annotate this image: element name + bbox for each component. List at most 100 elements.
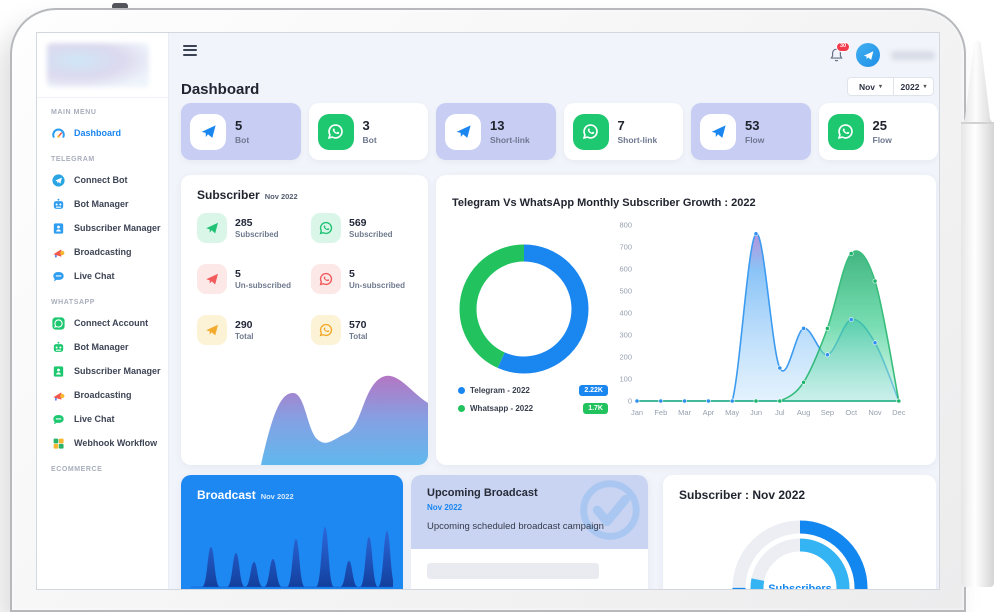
whatsapp-icon xyxy=(311,315,341,345)
stat-card-whatsapp-flow: 25Flow xyxy=(819,103,939,160)
sidebar-item-label: Dashboard xyxy=(74,128,121,138)
subscriber-card-subtitle: Nov 2022 xyxy=(265,192,298,201)
sidebar-item-label: Connect Bot xyxy=(74,175,128,185)
subscriber-stat-label: Subscribed xyxy=(349,230,393,239)
sidebar-item-telegram-connect-bot[interactable]: Connect Bot xyxy=(37,168,168,192)
notifications-bell-icon[interactable]: 30 xyxy=(828,47,845,64)
svg-text:Aug: Aug xyxy=(797,408,810,417)
chat-icon xyxy=(51,269,66,284)
plane-icon xyxy=(51,173,66,188)
whatsapp-icon xyxy=(51,316,66,331)
sidebar-item-label: Live Chat xyxy=(74,414,115,424)
user-avatar[interactable] xyxy=(856,43,880,67)
subscriber-stat-telegram-total: 290Total xyxy=(197,315,301,345)
stat-label: Flow xyxy=(745,135,764,145)
sidebar-item-label: Subscriber Manager xyxy=(74,223,161,233)
subscriber-stat-whatsapp-un-subscribed: 5Un-subscribed xyxy=(311,264,415,294)
month-filter-value: Nov xyxy=(859,82,875,92)
sidebar-item-telegram-bot-manager[interactable]: Bot Manager xyxy=(37,192,168,216)
sidebar-item-whatsapp-webhook-workflow[interactable]: Webhook Workflow xyxy=(37,431,168,455)
telegram-plane-icon xyxy=(445,114,481,150)
broadcast-activity-chart xyxy=(191,515,393,590)
upcoming-card-header: Upcoming Broadcast Nov 2022 Upcoming sch… xyxy=(411,475,648,549)
sidebar-item-label: Webhook Workflow xyxy=(74,438,157,448)
sidebar-item-telegram-broadcasting[interactable]: Broadcasting xyxy=(37,240,168,264)
svg-text:Oct: Oct xyxy=(845,408,858,417)
stat-value: 13 xyxy=(490,118,530,135)
sidebar-item-label: Bot Manager xyxy=(74,199,129,209)
sidebar-item-whatsapp-broadcasting[interactable]: Broadcasting xyxy=(37,383,168,407)
svg-text:Jun: Jun xyxy=(750,408,762,417)
app-logo[interactable] xyxy=(47,43,149,87)
user-name[interactable] xyxy=(891,51,935,60)
month-filter-dropdown[interactable]: Nov ▾ xyxy=(847,77,894,96)
sidebar-item-telegram-live-chat[interactable]: Live Chat xyxy=(37,264,168,288)
chevron-down-icon: ▾ xyxy=(879,83,882,90)
upcoming-card-date: Nov 2022 xyxy=(427,503,462,512)
sidebar-item-label: Bot Manager xyxy=(74,342,129,352)
stat-cards-row: 5Bot3Bot13Short-link7Short-link53Flow25F… xyxy=(181,103,938,160)
stat-card-whatsapp-short-link: 7Short-link xyxy=(564,103,684,160)
subscriber-card-title: Subscriber xyxy=(197,188,260,202)
megaphone-icon xyxy=(51,245,66,260)
legend-dot xyxy=(458,387,465,394)
telegram-plane-icon xyxy=(197,315,227,345)
svg-text:400: 400 xyxy=(619,309,632,318)
robot-icon xyxy=(51,197,66,212)
logo-area xyxy=(37,33,168,98)
subscriber-stat-whatsapp-total: 570Total xyxy=(311,315,415,345)
puzzle-icon xyxy=(51,436,66,451)
svg-text:Dec: Dec xyxy=(892,408,906,417)
svg-text:0: 0 xyxy=(628,397,632,406)
legend-label: Telegram - 2022 xyxy=(470,386,574,395)
svg-text:300: 300 xyxy=(619,331,632,340)
book-icon xyxy=(51,364,66,379)
radial-card-title: Subscriber : Nov 2022 xyxy=(679,488,805,502)
subscriber-stat-label: Un-subscribed xyxy=(235,281,291,290)
sidebar-item-label: Live Chat xyxy=(74,271,115,281)
sidebar-item-dashboard[interactable]: Dashboard xyxy=(37,121,168,145)
stylus xyxy=(961,40,994,587)
sidebar-item-telegram-subscriber-manager[interactable]: Subscriber Manager xyxy=(37,216,168,240)
stat-label: Short-link xyxy=(618,135,658,145)
chevron-down-icon: ▾ xyxy=(923,83,926,90)
legend-dot xyxy=(458,405,465,412)
sidebar-item-whatsapp-live-chat[interactable]: Live Chat xyxy=(37,407,168,431)
upcoming-card-title: Upcoming Broadcast xyxy=(427,487,538,499)
stat-card-whatsapp-bot: 3Bot xyxy=(309,103,429,160)
broadcast-card: Broadcast Nov 2022 xyxy=(181,475,403,590)
subscriber-stat-label: Total xyxy=(349,332,368,341)
subscriber-stat-label: Total xyxy=(235,332,254,341)
main-area: 30 Dashboard Nov ▾ 2022 ▾ 5Bot3Bot13Shor… xyxy=(168,33,939,589)
svg-text:600: 600 xyxy=(619,265,632,274)
stat-label: Bot xyxy=(363,135,377,145)
svg-text:500: 500 xyxy=(619,287,632,296)
subscriber-trend-wave xyxy=(181,353,428,465)
sidebar-item-whatsapp-connect-account[interactable]: Connect Account xyxy=(37,311,168,335)
stat-value: 7 xyxy=(618,118,658,135)
menu-toggle-icon[interactable] xyxy=(183,45,197,58)
subscriber-stat-value: 285 xyxy=(235,217,279,231)
sidebar-section-label: WHATSAPP xyxy=(51,299,168,306)
year-filter-dropdown[interactable]: 2022 ▾ xyxy=(893,77,934,96)
subscriber-radial-card: Subscriber : Nov 2022 Subscribers xyxy=(663,475,936,590)
megaphone-icon xyxy=(51,388,66,403)
stat-label: Bot xyxy=(235,135,249,145)
svg-text:Nov: Nov xyxy=(868,408,882,417)
tablet-frame: MAIN MENUDashboardTELEGRAMConnect BotBot… xyxy=(10,8,966,612)
robot-icon xyxy=(51,340,66,355)
legend-label: Whatsapp - 2022 xyxy=(470,404,578,413)
sidebar-item-label: Broadcasting xyxy=(74,247,132,257)
whatsapp-icon xyxy=(573,114,609,150)
sidebar-item-whatsapp-subscriber-manager[interactable]: Subscriber Manager xyxy=(37,359,168,383)
gauge-icon xyxy=(51,126,66,141)
telegram-plane-icon xyxy=(190,114,226,150)
sidebar-section-label: MAIN MENU xyxy=(51,109,168,116)
screen: MAIN MENUDashboardTELEGRAMConnect BotBot… xyxy=(36,32,940,590)
stat-value: 53 xyxy=(745,118,764,135)
telegram-plane-icon xyxy=(700,114,736,150)
whatsapp-icon xyxy=(828,114,864,150)
sidebar-item-whatsapp-bot-manager[interactable]: Bot Manager xyxy=(37,335,168,359)
subscriber-stat-label: Un-subscribed xyxy=(349,281,405,290)
svg-text:Apr: Apr xyxy=(703,408,715,417)
